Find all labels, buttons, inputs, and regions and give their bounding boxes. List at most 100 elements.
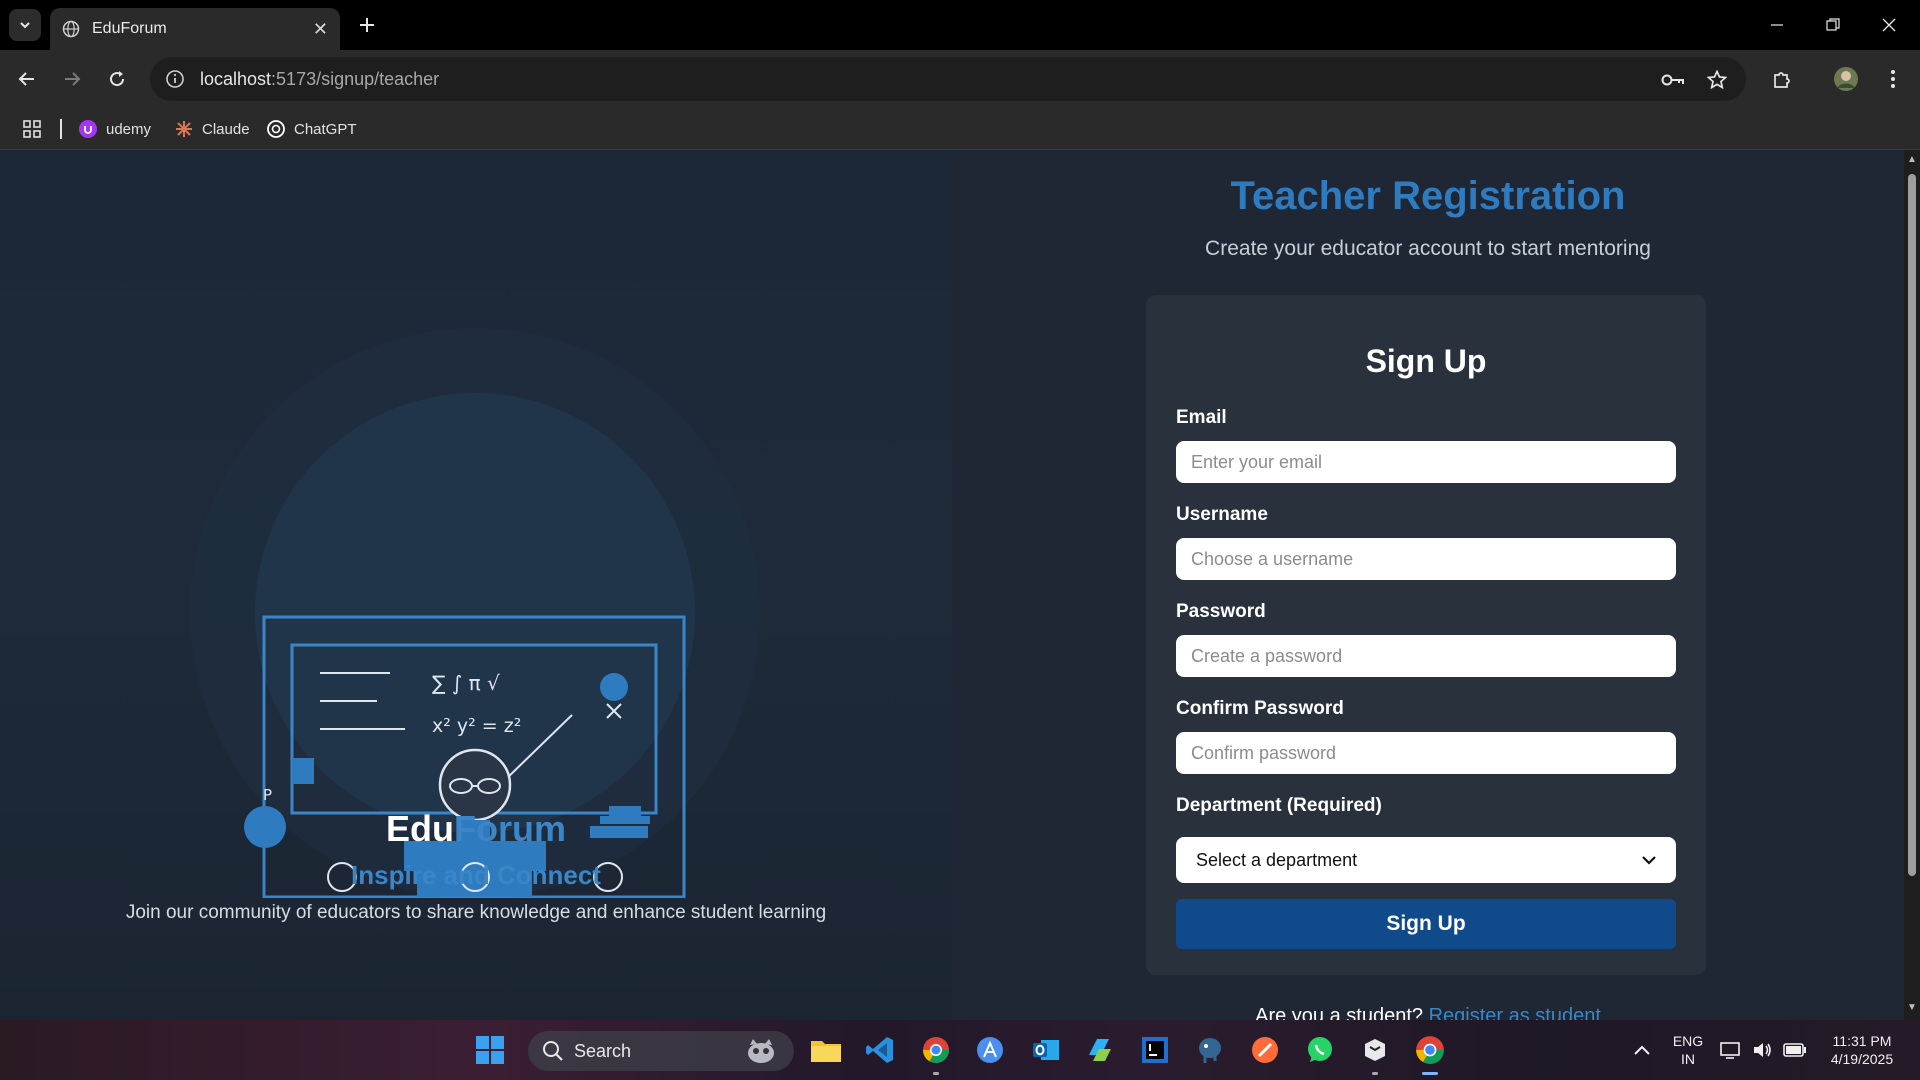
claude-icon bbox=[174, 119, 194, 139]
udemy-icon bbox=[78, 119, 98, 139]
search-highlight-icon bbox=[748, 1039, 774, 1063]
search-icon bbox=[543, 1041, 563, 1061]
file-explorer-taskbar-icon[interactable] bbox=[806, 1030, 846, 1070]
signup-form-card: Sign Up Email Username Password Confirm … bbox=[1146, 295, 1706, 975]
scroll-down-arrow-icon[interactable]: ▼ bbox=[1906, 1002, 1918, 1014]
extensions-button[interactable] bbox=[1766, 63, 1798, 95]
page-title: Teacher Registration bbox=[1230, 174, 1626, 218]
close-window-button[interactable] bbox=[1866, 8, 1912, 42]
chevron-down-icon bbox=[1642, 856, 1656, 865]
terminal-taskbar-icon[interactable] bbox=[1355, 1030, 1395, 1070]
volume-icon[interactable] bbox=[1748, 1030, 1778, 1070]
browser-toolbar: localhost:5173/signup/teacher bbox=[0, 50, 1920, 108]
bookmark-chatgpt[interactable]: ChatGPT bbox=[266, 116, 357, 142]
address-bar[interactable]: localhost:5173/signup/teacher bbox=[150, 57, 1746, 101]
scroll-up-arrow-icon[interactable]: ▲ bbox=[1906, 154, 1918, 166]
hero-description: Join our community of educators to share… bbox=[125, 902, 827, 923]
chrome-dev-taskbar-icon[interactable] bbox=[916, 1030, 956, 1070]
network-icon[interactable] bbox=[1716, 1030, 1746, 1070]
signup-button[interactable]: Sign Up bbox=[1176, 899, 1676, 949]
chevron-up-icon bbox=[1634, 1045, 1650, 1055]
close-icon bbox=[1882, 18, 1896, 32]
student-register-prompt: Are you a student? Register as student bbox=[952, 1005, 1904, 1020]
email-field[interactable] bbox=[1176, 441, 1676, 483]
bookmark-label: ChatGPT bbox=[294, 120, 357, 138]
windows-logo-icon bbox=[476, 1036, 504, 1064]
department-label: Department (Required) bbox=[1176, 795, 1382, 816]
email-label: Email bbox=[1176, 407, 1227, 428]
bookmark-label: Claude bbox=[202, 120, 250, 138]
scrollbar-thumb[interactable] bbox=[1908, 174, 1916, 876]
board-math-line1: ∑ ∫ π √ bbox=[432, 671, 500, 695]
search-label: Search bbox=[574, 1040, 632, 1061]
chatgpt-icon bbox=[266, 119, 286, 139]
m365-taskbar-icon[interactable] bbox=[1080, 1030, 1120, 1070]
bookmark-divider bbox=[60, 119, 62, 139]
browser-menu-button[interactable] bbox=[1877, 63, 1909, 95]
start-button[interactable] bbox=[470, 1030, 510, 1070]
arrow-left-icon bbox=[18, 72, 34, 86]
back-button[interactable] bbox=[11, 63, 43, 95]
brand-logo-text: EduForum bbox=[386, 808, 566, 849]
username-field[interactable] bbox=[1176, 538, 1676, 580]
minimize-icon bbox=[1771, 24, 1783, 26]
password-key-icon[interactable] bbox=[1660, 67, 1686, 93]
bookmark-udemy[interactable]: udemy bbox=[78, 116, 151, 142]
tab-strip: EduForum ✕ bbox=[0, 0, 1920, 50]
running-indicator bbox=[1372, 1072, 1378, 1075]
chrome-taskbar-icon[interactable] bbox=[1410, 1030, 1450, 1070]
hero-panel: ∑ ∫ π √ x² y² = z² P EduForum Inspire an… bbox=[0, 150, 952, 1020]
more-vertical-icon bbox=[1891, 70, 1895, 88]
tab-title: EduForum bbox=[92, 20, 167, 37]
arrow-right-icon bbox=[65, 72, 81, 86]
department-select[interactable]: Select a department bbox=[1176, 837, 1676, 883]
confirm-password-label: Confirm Password bbox=[1176, 698, 1344, 719]
department-selected-value: Select a department bbox=[1196, 849, 1358, 870]
forward-button[interactable] bbox=[56, 63, 88, 95]
confirm-password-field[interactable] bbox=[1176, 732, 1676, 774]
app-store-taskbar-icon[interactable] bbox=[970, 1030, 1010, 1070]
profile-button[interactable] bbox=[1830, 63, 1862, 95]
postman-taskbar-icon[interactable] bbox=[1245, 1030, 1285, 1070]
close-tab-icon[interactable]: ✕ bbox=[313, 20, 328, 38]
vscode-taskbar-icon[interactable] bbox=[860, 1030, 900, 1070]
reload-button[interactable] bbox=[101, 63, 133, 95]
puzzle-icon bbox=[1774, 72, 1790, 88]
avatar bbox=[1834, 67, 1858, 91]
restore-button[interactable] bbox=[1810, 8, 1856, 42]
apps-button[interactable] bbox=[22, 116, 42, 142]
show-hidden-icons-button[interactable] bbox=[1622, 1030, 1662, 1070]
globe-icon bbox=[62, 20, 80, 38]
battery-icon[interactable] bbox=[1780, 1030, 1810, 1070]
restore-icon bbox=[1826, 18, 1840, 31]
page-viewport: ∑ ∫ π √ x² y² = z² P EduForum Inspire an… bbox=[0, 150, 1920, 1020]
whatsapp-taskbar-icon[interactable] bbox=[1300, 1030, 1340, 1070]
tab-search-button[interactable] bbox=[9, 9, 41, 41]
plus-icon bbox=[360, 18, 374, 32]
outlook-taskbar-icon[interactable] bbox=[1026, 1030, 1066, 1070]
hero-tagline: Inspire and Connect bbox=[351, 860, 601, 890]
username-label: Username bbox=[1176, 504, 1268, 525]
url-text: localhost:5173/signup/teacher bbox=[200, 68, 440, 89]
clock[interactable]: 11:31 PM 4/19/2025 bbox=[1814, 1032, 1910, 1068]
password-field[interactable] bbox=[1176, 635, 1676, 677]
page-scrollbar[interactable]: ▲ ▼ bbox=[1904, 150, 1920, 1020]
taskbar-search[interactable]: Search bbox=[528, 1031, 794, 1071]
language-indicator[interactable]: ENG IN bbox=[1666, 1032, 1710, 1068]
active-indicator bbox=[1422, 1072, 1438, 1075]
browser-tab[interactable]: EduForum ✕ bbox=[50, 8, 340, 50]
site-info-icon[interactable] bbox=[164, 68, 186, 90]
new-tab-button[interactable] bbox=[352, 10, 382, 40]
page-subtitle: Create your educator account to start me… bbox=[1205, 237, 1651, 260]
bookmarks-bar: udemy Claude ChatGPT bbox=[0, 108, 1920, 150]
bookmark-claude[interactable]: Claude bbox=[174, 116, 250, 142]
bookmark-star-icon[interactable] bbox=[1704, 67, 1730, 93]
windows-taskbar: Search ENG IN 11:31 PM 4/19/2025 bbox=[0, 1020, 1920, 1080]
running-indicator bbox=[933, 1072, 939, 1075]
postgres-taskbar-icon[interactable] bbox=[1190, 1030, 1230, 1070]
register-as-student-link[interactable]: Register as student bbox=[1429, 1005, 1601, 1020]
minimize-button[interactable] bbox=[1754, 8, 1800, 42]
reload-icon bbox=[110, 71, 125, 87]
form-title: Sign Up bbox=[1365, 343, 1487, 379]
intellij-taskbar-icon[interactable] bbox=[1135, 1030, 1175, 1070]
